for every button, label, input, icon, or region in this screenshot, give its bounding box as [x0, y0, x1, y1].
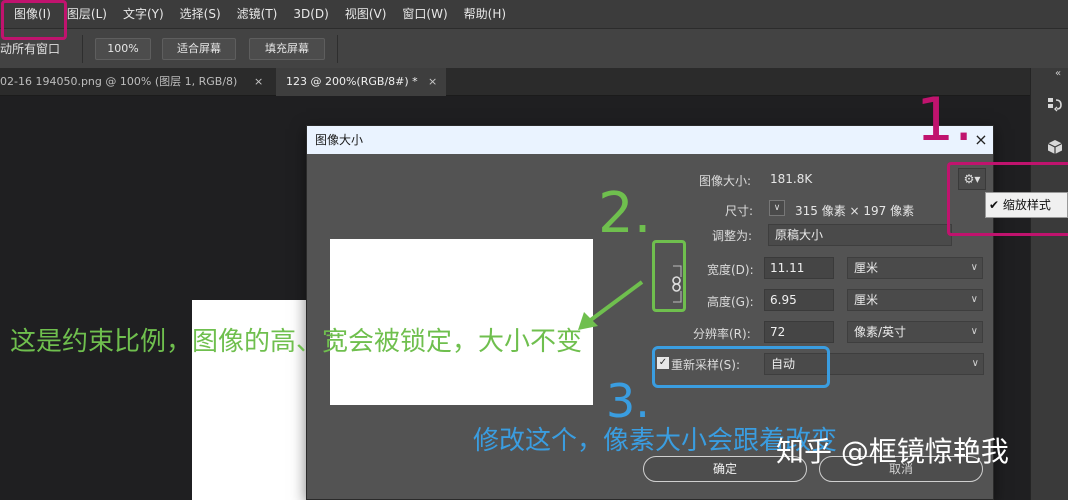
history-icon[interactable]	[1045, 96, 1065, 116]
annotation-number-1: 1.	[916, 85, 974, 155]
width-unit: 厘米	[854, 261, 879, 275]
tab-document-2-label: 123 @ 200%(RGB/8#) *	[286, 75, 418, 88]
width-unit-select[interactable]: 厘米 ∨	[847, 257, 983, 279]
watermark: 知乎 @框镜惊艳我	[776, 435, 1009, 468]
height-unit: 厘米	[854, 293, 879, 307]
chevron-down-icon: ∨	[970, 262, 978, 273]
annotation-box-image-menu	[1, 0, 67, 40]
document-tabs: 02-16 194050.png @ 100% (图层 1, RGB/8) × …	[0, 68, 1030, 96]
dimensions-label: 尺寸:	[725, 204, 754, 218]
menu-layer[interactable]: 图层(L)	[59, 0, 115, 28]
close-icon[interactable]: ×	[428, 68, 437, 96]
chevron-down-icon[interactable]: ∨	[769, 200, 785, 216]
menu-bar: 图像(I) 图层(L) 文字(Y) 选择(S) 滤镜(T) 3D(D) 视图(V…	[0, 0, 1068, 28]
fit-to-label: 调整为:	[712, 229, 753, 243]
annotation-number-2: 2.	[598, 181, 652, 246]
dialog-title-bar[interactable]: 图像大小 ×	[307, 126, 993, 154]
tab-document-2[interactable]: 123 @ 200%(RGB/8#) *	[276, 68, 446, 96]
chevron-down-icon: ∨	[971, 358, 979, 369]
annotation-box-link	[652, 240, 686, 312]
height-unit-select[interactable]: 厘米 ∨	[847, 289, 983, 311]
options-separator	[337, 35, 338, 63]
menu-type[interactable]: 文字(Y)	[115, 0, 172, 28]
right-panel-dock: «	[1030, 68, 1068, 500]
resolution-unit-select[interactable]: 像素/英寸 ∨	[847, 321, 983, 343]
annotation-box-gear	[947, 162, 1068, 236]
resolution-value: 72	[770, 325, 786, 339]
fill-screen-button[interactable]: 填充屏幕	[249, 38, 325, 60]
annotation-box-resample	[652, 346, 830, 388]
chevron-down-icon: ∨	[970, 294, 978, 305]
menu-help[interactable]: 帮助(H)	[456, 0, 514, 28]
options-bar: 动所有窗口 100% 适合屏幕 填充屏幕	[0, 28, 1068, 68]
width-input[interactable]: 11.11	[764, 257, 834, 279]
menu-filter[interactable]: 滤镜(T)	[229, 0, 286, 28]
collapse-panels-icon[interactable]: «	[1055, 68, 1061, 79]
height-input[interactable]: 6.95	[764, 289, 834, 311]
tab-document-1-label: 02-16 194050.png @ 100% (图层 1, RGB/8)	[0, 75, 238, 88]
fit-to-value: 原稿大小	[775, 228, 824, 242]
fit-screen-button[interactable]: 适合屏幕	[162, 38, 236, 60]
zoom-100-button[interactable]: 100%	[95, 38, 151, 60]
image-size-value: 181.8K	[770, 172, 813, 186]
dialog-title: 图像大小	[315, 133, 364, 147]
width-label: 宽度(D):	[707, 263, 754, 277]
image-size-label: 图像大小:	[699, 174, 752, 188]
resolution-unit: 像素/英寸	[854, 325, 907, 339]
chevron-down-icon: ∨	[970, 326, 978, 337]
3d-cube-icon[interactable]	[1045, 138, 1065, 158]
resolution-input[interactable]: 72	[764, 321, 834, 343]
close-icon[interactable]: ×	[254, 68, 263, 96]
resolution-label: 分辨率(R):	[693, 327, 751, 341]
menu-3d[interactable]: 3D(D)	[285, 0, 336, 28]
annotation-arrow	[578, 280, 644, 330]
height-label: 高度(G):	[707, 295, 754, 309]
options-separator	[82, 35, 83, 63]
menu-window[interactable]: 窗口(W)	[394, 0, 455, 28]
menu-select[interactable]: 选择(S)	[172, 0, 229, 28]
dimensions-value: 315 像素 × 197 像素	[795, 204, 915, 218]
annotation-text-constrain: 这是约束比例，图像的高、宽会被锁定，大小不变	[10, 327, 583, 357]
annotation-number-3: 3.	[606, 374, 650, 428]
fit-to-select[interactable]: 原稿大小	[768, 224, 952, 246]
image-preview[interactable]	[330, 239, 593, 405]
menu-view[interactable]: 视图(V)	[337, 0, 395, 28]
height-value: 6.95	[770, 293, 797, 307]
width-value: 11.11	[770, 261, 805, 275]
close-icon[interactable]: ×	[971, 129, 991, 151]
tab-document-1[interactable]: 02-16 194050.png @ 100% (图层 1, RGB/8)	[0, 68, 275, 96]
